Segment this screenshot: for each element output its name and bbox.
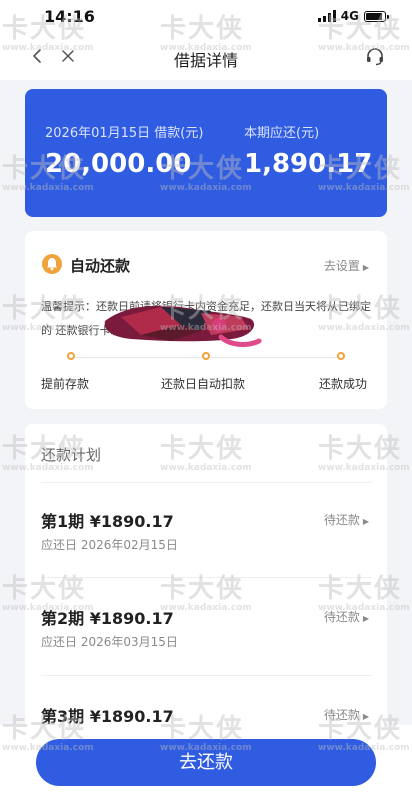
- status-indicators: 4G: [317, 9, 389, 23]
- divider: [41, 482, 371, 483]
- step-dot-3: [337, 352, 345, 360]
- installment-status: 待还款 ▶: [323, 708, 369, 722]
- installment-title: 第1期 ¥1890.17: [41, 512, 174, 531]
- due-amount: 1,890.17: [244, 149, 373, 179]
- divider: [41, 675, 371, 676]
- plan-item-1[interactable]: 第1期 ¥1890.17 应还日 2026年02月15日 待还款 ▶: [25, 508, 387, 588]
- installment-status: 待还款 ▶: [323, 610, 369, 624]
- step-dot-2: [202, 352, 210, 360]
- installment-due-date: 应还日 2026年03月15日: [41, 635, 178, 649]
- plan-item-2[interactable]: 第2期 ¥1890.17 应还日 2026年03月15日 待还款 ▶: [25, 605, 387, 685]
- triangle-right-icon: ▶: [362, 517, 369, 526]
- installment-status: 待还款 ▶: [323, 513, 369, 527]
- step-label-2: 还款日自动扣款: [161, 377, 246, 391]
- redaction-scribble: [104, 305, 262, 347]
- installment-due-date: 应还日 2026年02月15日: [41, 538, 178, 552]
- divider: [41, 577, 371, 578]
- repay-button[interactable]: 去还款: [36, 739, 376, 786]
- network-type: 4G: [340, 9, 359, 23]
- loan-summary-card: 2026年01月15日 借款(元) 20,000.00 本期应还(元) 1,89…: [25, 89, 387, 217]
- battery-icon: [364, 10, 389, 22]
- step-label-3: 还款成功: [319, 377, 368, 391]
- loan-amount: 20,000.00: [45, 149, 192, 179]
- bell-icon: [42, 254, 62, 274]
- repayment-plan-card: 还款计划 第1期 ¥1890.17 应还日 2026年02月15日 待还款 ▶ 第…: [25, 424, 387, 744]
- step-dot-1: [67, 352, 75, 360]
- nav-bar: 借据详情: [0, 34, 412, 80]
- page-title: 借据详情: [173, 51, 238, 70]
- plan-title: 还款计划: [41, 446, 102, 464]
- installment-title: 第2期 ¥1890.17: [41, 609, 174, 628]
- auto-repay-setting-link[interactable]: 去设置 ▶: [324, 257, 369, 274]
- headset-icon[interactable]: [364, 45, 386, 67]
- status-bar: 14:16 4G: [0, 0, 412, 34]
- due-label: 本期应还(元): [244, 126, 320, 141]
- triangle-right-icon: ▶: [362, 614, 369, 623]
- signal-icon: [317, 10, 336, 22]
- loan-date-label: 2026年01月15日 借款(元): [45, 126, 204, 141]
- triangle-right-icon: ▶: [362, 263, 369, 272]
- installment-title: 第3期 ¥1890.17: [41, 707, 174, 726]
- auto-repay-title: 自动还款: [70, 257, 131, 275]
- setting-label: 去设置: [323, 259, 360, 273]
- triangle-right-icon: ▶: [362, 712, 369, 721]
- status-time: 14:16: [44, 7, 95, 26]
- step-label-1: 提前存款: [41, 377, 90, 391]
- auto-repay-card: 自动还款 去设置 ▶ 温馨提示：还款日前请将银行卡内资金充足，还款日当天将从已绑定…: [25, 231, 387, 409]
